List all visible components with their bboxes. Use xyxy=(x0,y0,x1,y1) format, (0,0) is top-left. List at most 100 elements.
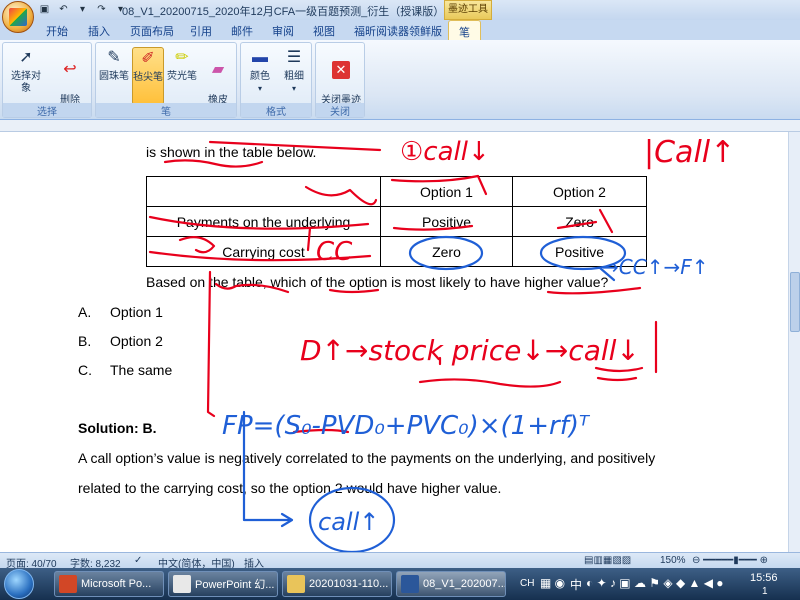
horizontal-ruler[interactable] xyxy=(0,120,800,132)
office-button[interactable] xyxy=(2,1,34,33)
solution-label: Solution: B. xyxy=(78,420,157,436)
group-pens-label: 笔 xyxy=(96,103,236,118)
option-table: Option 1 Option 2 Payments on the underl… xyxy=(146,176,647,267)
tab-pen[interactable]: 笔 xyxy=(448,20,481,40)
vertical-scrollbar[interactable] xyxy=(788,132,800,552)
ink-underline xyxy=(328,288,380,294)
group-format-label: 格式 xyxy=(241,103,311,118)
thickness-button[interactable]: ☰ 粗细 ▾ xyxy=(279,47,309,95)
taskbar: Microsoft Po... PowerPoint 幻... 20201031… xyxy=(0,568,800,600)
ink-stroke xyxy=(438,320,658,374)
table-row: Carrying cost Zero Positive xyxy=(146,236,647,267)
eraser-icon: ▰ xyxy=(211,61,225,78)
tray-icons-more[interactable]: ◐ ✦ ♪ ▣ ☁ ⚑ ◈ ◆ ▲ ◀ ● xyxy=(586,576,724,590)
proofing-icon[interactable]: ✓ xyxy=(134,555,142,566)
clock-sub: 1 xyxy=(762,586,768,597)
tab-foxit-reader[interactable]: 福昕阅读器领鲜版 xyxy=(354,23,442,39)
ink-formula-note: FP=(S₀-PVD₀+PVC₀)×(1+rf)ᵀ xyxy=(222,411,591,441)
undo-icon[interactable]: ↶ xyxy=(57,3,70,16)
table-cell: Carrying cost xyxy=(146,236,381,267)
tab-home[interactable]: 开始 xyxy=(46,23,68,39)
table-cell: Zero xyxy=(380,236,513,267)
ink-underline xyxy=(418,378,562,388)
word-icon xyxy=(401,575,419,593)
tab-review[interactable]: 审阅 xyxy=(272,23,294,39)
tab-page-layout[interactable]: 页面布局 xyxy=(130,23,174,39)
ballpoint-pen-button[interactable]: ✎ 圆珠笔 xyxy=(98,47,130,83)
ballpoint-pen-label: 圆珠笔 xyxy=(99,71,129,82)
folder-icon xyxy=(287,575,305,593)
table-row: Payments on the underlying Positive Zero xyxy=(146,206,647,237)
choice-c-letter: C. xyxy=(78,362,92,378)
felt-tip-pen-icon: ✐ xyxy=(141,50,155,67)
table-row: Option 1 Option 2 xyxy=(146,176,647,207)
felt-tip-pen-label: 毡尖笔 xyxy=(133,72,163,83)
ink-call-up-note: |Call↑ xyxy=(644,135,735,170)
tray-icons[interactable]: ▦ ◉ xyxy=(540,576,565,590)
taskbar-button-word[interactable]: 08_V1_202007... xyxy=(396,571,506,597)
table-cell: Positive xyxy=(512,236,647,267)
eraser-delete-icon: ↩ xyxy=(63,61,77,78)
clock-time[interactable]: 15:56 xyxy=(750,572,778,584)
color-button[interactable]: ▬ 颜色 ▾ xyxy=(245,47,275,95)
document-page[interactable]: is shown in the table below. Option 1 Op… xyxy=(0,132,788,552)
zoom-slider[interactable]: ⊖ ━━━━━▮━━━ ⊕ xyxy=(692,555,768,566)
group-close-label: 关闭 xyxy=(316,103,364,118)
group-select: ➚ 选择对象 ↩ 删除 所有墨迹 选择 xyxy=(2,42,92,118)
save-icon[interactable]: ▣ xyxy=(38,3,51,16)
taskbar-button-folder[interactable]: 20201031-110... xyxy=(282,571,392,597)
ink-call-down-note: ①call↓ xyxy=(400,137,490,167)
system-tray: CH ▦ ◉ 中 ◐ ✦ ♪ ▣ ☁ ⚑ ◈ ◆ ▲ ◀ ● 15:56 1 xyxy=(514,570,800,598)
view-buttons-icon[interactable]: ▤▥▦▧▨ xyxy=(584,555,631,566)
solution-text-line-1: A call option’s value is negatively corr… xyxy=(78,450,656,466)
redo-icon[interactable]: ↷ xyxy=(95,3,108,16)
ime-indicator[interactable]: CH xyxy=(520,578,534,589)
office-logo-icon xyxy=(9,8,27,26)
highlighter-button[interactable]: ✏ 荧光笔 xyxy=(166,47,198,83)
tab-view[interactable]: 视图 xyxy=(313,23,335,39)
tab-mailings[interactable]: 邮件 xyxy=(231,23,253,39)
status-bar: 页面: 40/70 字数: 8,232 ✓ 中文(简体，中国) 插入 ▤▥▦▧▨… xyxy=(0,552,800,570)
choice-b-text: Option 2 xyxy=(110,333,163,349)
taskbar-label: 20201031-110... xyxy=(309,578,389,590)
color-dropdown-icon: ▾ xyxy=(257,84,262,93)
thickness-dropdown-icon: ▾ xyxy=(291,84,296,93)
scrollbar-thumb[interactable] xyxy=(790,272,800,332)
felt-tip-pen-button[interactable]: ✐ 毡尖笔 xyxy=(132,47,164,105)
intro-line: is shown in the table below. xyxy=(146,144,317,160)
ink-tools-context-label: 墨迹工具 xyxy=(444,0,492,20)
solution-text-line-2: related to the carrying cost, so the opt… xyxy=(78,480,502,496)
select-object-button[interactable]: ➚ 选择对象 xyxy=(7,47,45,95)
tab-references[interactable]: 引用 xyxy=(190,23,212,39)
color-label: 颜色 xyxy=(250,71,270,82)
taskbar-label: 08_V1_202007... xyxy=(423,578,506,590)
ink-arrow-head xyxy=(280,512,294,528)
choice-c-text: The same xyxy=(110,362,173,378)
ime-language[interactable]: 中 xyxy=(570,576,582,593)
highlighter-label: 荧光笔 xyxy=(167,71,197,82)
taskbar-button-slideshow[interactable]: PowerPoint 幻... xyxy=(168,571,278,597)
powerpoint-icon xyxy=(59,575,77,593)
start-button[interactable] xyxy=(4,569,34,599)
choice-a-letter: A. xyxy=(78,304,92,320)
ink-underline xyxy=(163,159,264,168)
tab-insert[interactable]: 插入 xyxy=(88,23,110,39)
select-object-label: 选择对象 xyxy=(11,71,41,94)
close-red-x-icon: ✕ xyxy=(330,59,352,81)
taskbar-button-powerpoint[interactable]: Microsoft Po... xyxy=(54,571,164,597)
ribbon: ➚ 选择对象 ↩ 删除 所有墨迹 选择 ✎ 圆珠笔 ✐ 毡尖笔 ✏ 荧光笔 ▰ … xyxy=(0,40,800,120)
ink-underline xyxy=(594,366,644,382)
pointer-icon: ➚ xyxy=(19,49,33,66)
table-cell: Option 2 xyxy=(512,176,647,207)
taskbar-label: PowerPoint 幻... xyxy=(195,579,275,591)
zoom-level[interactable]: 150% xyxy=(660,555,686,566)
question-text: Based on the table, which of the option … xyxy=(146,274,609,290)
qat-dropdown-icon[interactable]: ▾ xyxy=(76,3,89,16)
table-cell: Zero xyxy=(512,206,647,237)
table-cell: Payments on the underlying xyxy=(146,206,381,237)
ink-vertical-arrow xyxy=(206,270,216,418)
quick-access-toolbar: ▣ ↶ ▾ ↷ ▾ xyxy=(38,3,127,16)
line-thickness-icon: ☰ xyxy=(286,49,302,66)
ribbon-tabs: 开始 插入 页面布局 引用 邮件 审阅 视图 福昕阅读器领鲜版 笔 xyxy=(0,20,800,40)
group-close: ✕ 关闭墨迹 书写工具 关闭 xyxy=(315,42,365,118)
